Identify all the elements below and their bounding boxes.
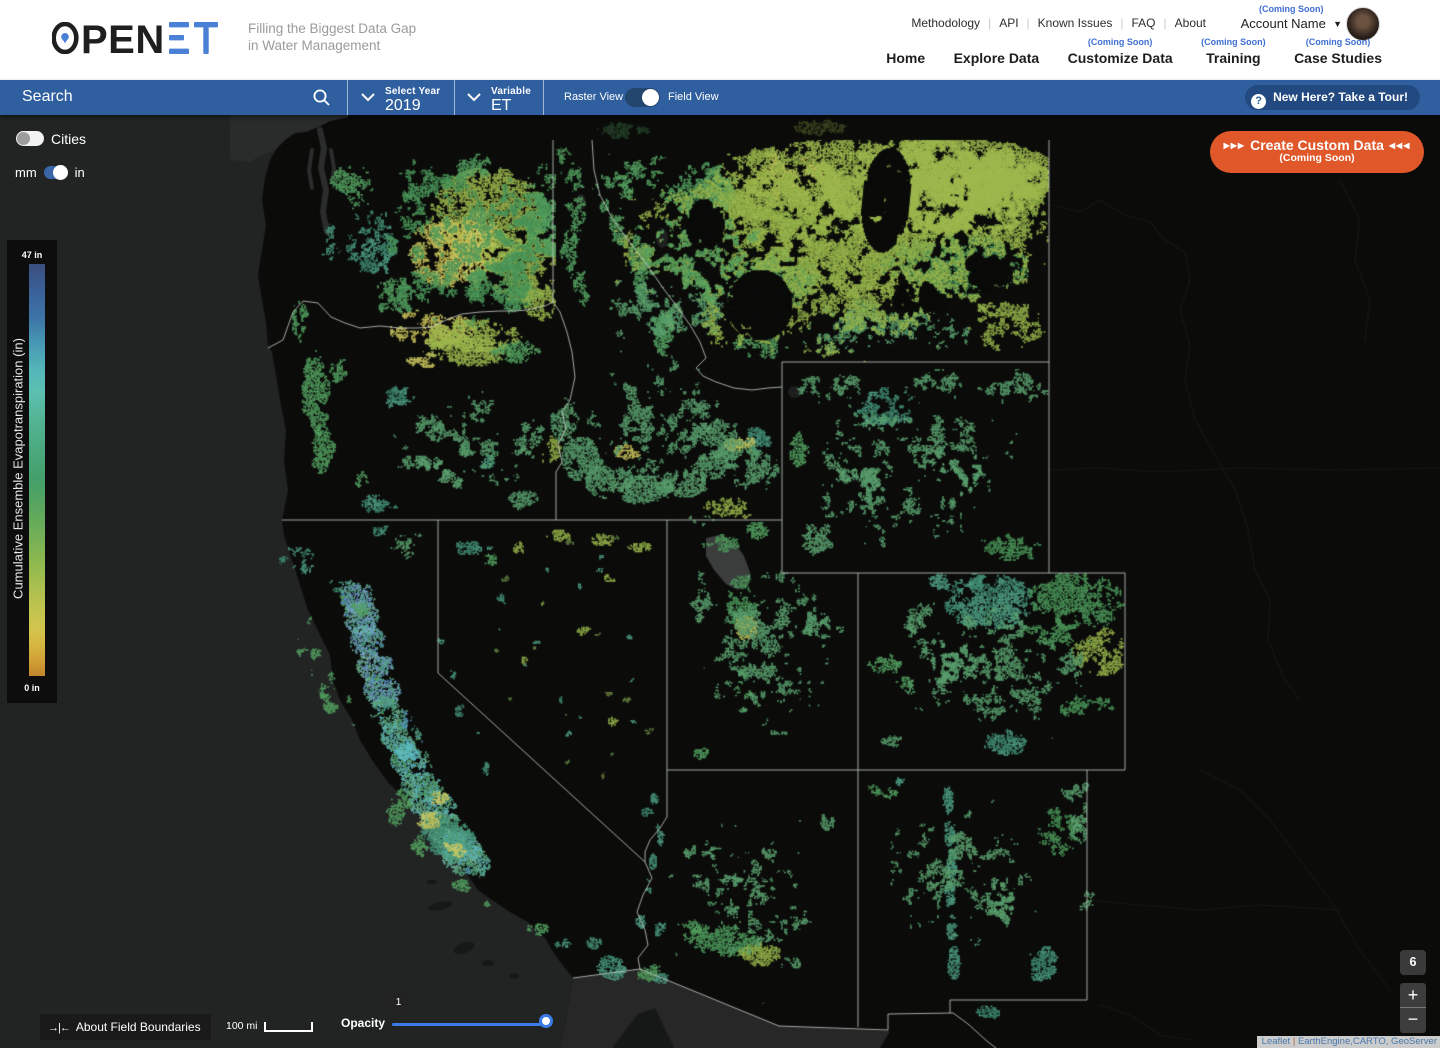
svg-text:PEN: PEN (81, 22, 165, 54)
